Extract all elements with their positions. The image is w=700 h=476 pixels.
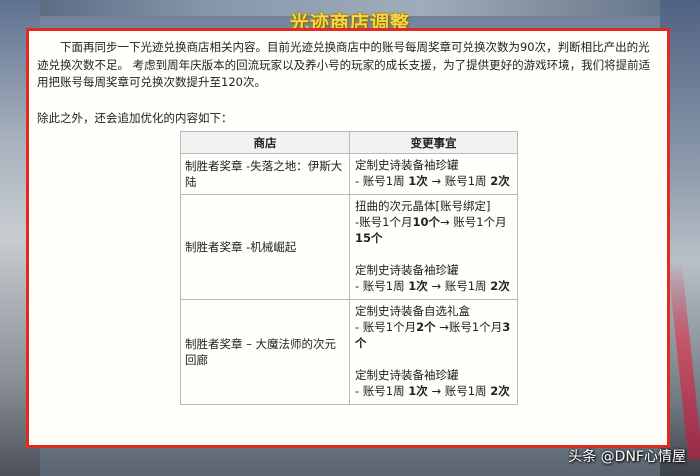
- watermark-text: 头条 @DNF心情屋: [568, 449, 686, 465]
- announcement-content: 下面再同步一下光迹兑换商店相关内容。目前光迹兑换商店中的账号每周奖章可兑换次数为…: [29, 31, 667, 405]
- change-item-detail: - 账号1周 1次 → 账号1周 2次: [355, 384, 510, 398]
- change-item-name: 定制史诗装备袖珍罐: [355, 158, 459, 172]
- shop-name-cell: 制胜者奖章 -机械崛起: [180, 194, 350, 300]
- table-row: 制胜者奖章 -失落之地：伊斯大陆 定制史诗装备袖珍罐 - 账号1周 1次 → 账…: [180, 153, 518, 195]
- change-cell: 定制史诗装备自选礼盒 - 账号1个月2个 →账号1个月3个 定制史诗装备袖珍罐 …: [349, 299, 518, 405]
- table-row: 制胜者奖章 -机械崛起 扭曲的次元晶体[账号绑定] -账号1个月10个→ 账号1…: [180, 194, 518, 300]
- change-item-detail: - 账号1个月2个 →账号1个月3个: [355, 320, 511, 350]
- change-item-name: 定制史诗装备袖珍罐: [355, 368, 459, 382]
- change-item-name: 扭曲的次元晶体[账号绑定]: [355, 199, 491, 213]
- additional-paragraph: 除此之外，还会追加优化的内容如下：: [37, 110, 233, 125]
- table-header-row: 商店 变更事宜: [180, 131, 518, 154]
- change-item-name: 定制史诗装备自选礼盒: [355, 304, 470, 318]
- header-shop: 商店: [180, 131, 350, 154]
- change-cell: 定制史诗装备袖珍罐 - 账号1周 1次 → 账号1周 2次: [349, 153, 518, 195]
- header-changes: 变更事宜: [349, 131, 518, 154]
- change-item-detail: - 账号1周 1次 → 账号1周 2次: [355, 174, 510, 188]
- table-row: 制胜者奖章 – 大魔法师的次元回廊 定制史诗装备自选礼盒 - 账号1个月2个 →…: [180, 299, 518, 405]
- shop-change-table: 商店 变更事宜 制胜者奖章 -失落之地：伊斯大陆 定制史诗装备袖珍罐 - 账号1…: [180, 131, 518, 405]
- shop-name-cell: 制胜者奖章 – 大魔法师的次元回廊: [180, 299, 350, 405]
- shop-name-cell: 制胜者奖章 -失落之地：伊斯大陆: [180, 153, 350, 195]
- change-cell: 扭曲的次元晶体[账号绑定] -账号1个月10个→ 账号1个月15个 定制史诗装备…: [349, 194, 518, 300]
- intro-paragraph: 下面再同步一下光迹兑换商店相关内容。目前光迹兑换商店中的账号每周奖章可兑换次数为…: [37, 40, 651, 89]
- announcement-panel: 下面再同步一下光迹兑换商店相关内容。目前光迹兑换商店中的账号每周奖章可兑换次数为…: [26, 28, 670, 448]
- change-item-detail: - 账号1周 1次 → 账号1周 2次: [355, 279, 510, 293]
- change-item-detail: -账号1个月10个→ 账号1个月15个: [355, 215, 507, 245]
- change-item-name: 定制史诗装备袖珍罐: [355, 263, 459, 277]
